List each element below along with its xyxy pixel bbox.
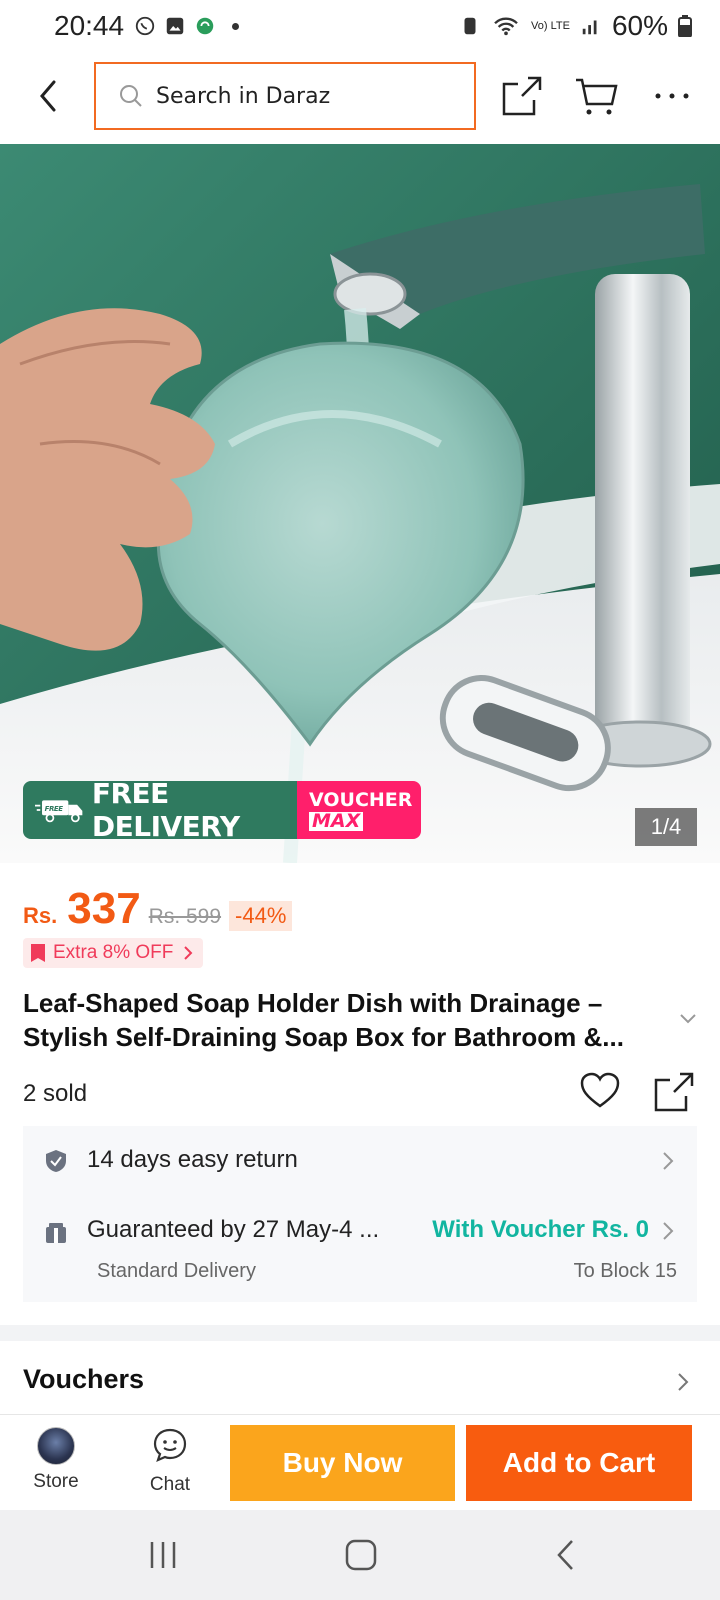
chevron-right-icon	[184, 946, 193, 960]
service-info-box: 14 days easy return Guaranteed by 27 May…	[23, 1126, 697, 1302]
app-notification-icon	[196, 17, 214, 35]
cart-icon[interactable]	[574, 74, 618, 118]
discount-badge: -44%	[229, 901, 293, 931]
share-icon[interactable]	[500, 74, 544, 118]
chevron-right-icon[interactable]	[676, 1372, 690, 1392]
add-to-cart-button[interactable]: Add to Cart	[466, 1425, 692, 1501]
vouchers-heading[interactable]: Vouchers	[23, 1364, 144, 1395]
extra-offer-label: Extra 8% OFF	[53, 942, 174, 963]
signal-icon	[582, 20, 597, 35]
expand-title-icon[interactable]	[678, 1008, 698, 1028]
battery-icon	[678, 15, 692, 37]
delivery-type: Standard Delivery	[97, 1260, 256, 1282]
chevron-right-icon	[663, 1222, 674, 1240]
store-button[interactable]: Store	[22, 1427, 90, 1493]
price-amount: 337	[67, 884, 141, 933]
price-row: Rs. 337 Rs. 599 -44%	[23, 884, 293, 934]
buy-now-button[interactable]: Buy Now	[230, 1425, 455, 1501]
free-delivery-label: FREE DELIVERY	[91, 781, 240, 839]
voucher-max-badge: VOUCHER MAX	[297, 781, 421, 839]
system-nav-bar	[0, 1510, 720, 1600]
delivery-voucher-price: With Voucher Rs. 0	[432, 1216, 649, 1243]
voucher-label: VOUCHER	[309, 789, 413, 811]
delivery-location: To Block 15	[573, 1260, 677, 1282]
sold-count: 2 sold	[23, 1080, 88, 1107]
search-input[interactable]: Search in Daraz	[94, 62, 476, 130]
chevron-right-icon	[663, 1152, 674, 1170]
wifi-icon	[494, 17, 518, 36]
product-title: Leaf-Shaped Soap Holder Dish with Draina…	[23, 988, 624, 1052]
product-image	[0, 144, 720, 863]
search-placeholder: Search in Daraz	[156, 83, 331, 109]
free-tag: FREE	[45, 804, 64, 813]
delivery-box-icon	[46, 1223, 66, 1243]
store-label: Store	[33, 1471, 79, 1492]
status-bar: 20:44 Vo) LTE 60%	[0, 0, 720, 52]
chat-button[interactable]: Chat	[136, 1427, 204, 1496]
section-divider	[0, 1325, 720, 1341]
search-icon	[120, 85, 142, 107]
more-notifications-dot	[232, 22, 240, 30]
delivery-row[interactable]: Guaranteed by 27 May-4 ... With Voucher …	[23, 1196, 697, 1302]
extra-offer-chip[interactable]: Extra 8% OFF	[23, 938, 204, 968]
volte-label: Vo) LTE	[531, 19, 570, 32]
image-pager: 1/4	[635, 808, 697, 846]
price-currency: Rs.	[23, 903, 58, 928]
offer-tag-icon	[31, 944, 45, 962]
data-saver-icon	[464, 17, 476, 35]
returns-label: 14 days easy return	[87, 1146, 298, 1173]
top-bar: Search in Daraz	[0, 52, 720, 142]
store-avatar	[37, 1427, 75, 1465]
wishlist-heart-icon[interactable]	[580, 1072, 620, 1110]
promo-badge: FREE FREE DELIVERY VOUCHER MAX	[23, 781, 421, 839]
voucher-max-label: MAX	[309, 812, 364, 831]
delivery-guarantee: Guaranteed by 27 May-4 ...	[87, 1216, 380, 1243]
home-icon[interactable]	[344, 1538, 378, 1572]
shield-check-icon	[46, 1150, 66, 1172]
free-delivery-badge: FREE FREE DELIVERY	[23, 781, 297, 839]
share-product-icon[interactable]	[654, 1072, 694, 1112]
chat-icon	[153, 1428, 187, 1462]
status-right: Vo) LTE 60%	[459, 10, 692, 42]
gallery-icon	[166, 17, 184, 35]
battery-percent: 60%	[611, 10, 668, 41]
bottom-action-bar: Store Chat Buy Now Add to Cart	[0, 1414, 720, 1510]
more-menu-icon[interactable]	[650, 74, 694, 118]
returns-row[interactable]: 14 days easy return	[23, 1126, 697, 1196]
back-nav-icon[interactable]	[550, 1538, 584, 1572]
chat-label: Chat	[149, 1474, 191, 1495]
status-time: 20:44	[54, 10, 125, 41]
back-arrow-icon[interactable]	[30, 74, 70, 118]
delivery-truck-icon: FREE	[35, 800, 83, 823]
whatsapp-icon	[135, 16, 155, 36]
original-price: Rs. 599	[148, 905, 222, 928]
product-image-carousel[interactable]	[0, 144, 720, 863]
notification-icons	[134, 15, 240, 37]
recent-apps-icon[interactable]	[146, 1538, 180, 1572]
